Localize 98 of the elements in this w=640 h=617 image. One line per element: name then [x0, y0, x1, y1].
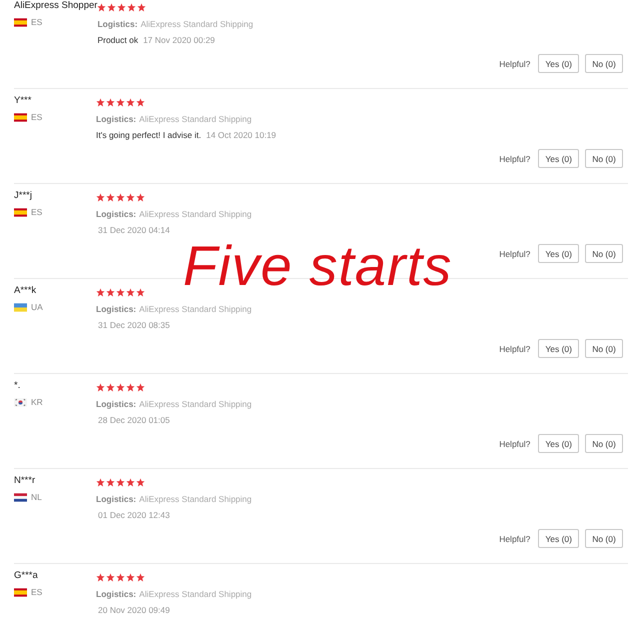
logistics-value: AliExpress Standard Shipping	[139, 304, 252, 314]
country-code: ES	[31, 587, 42, 598]
country-code: KR	[31, 397, 43, 408]
handwritten-annotation: Five starts	[183, 236, 452, 296]
star-icon	[96, 383, 105, 392]
star-icon	[136, 288, 145, 297]
no-vote-button[interactable]: No (0)	[585, 149, 623, 168]
helpful-label: Helpful?	[499, 58, 530, 68]
yes-vote-button[interactable]: Yes (0)	[538, 54, 579, 73]
no-vote-button[interactable]: No (0)	[585, 54, 623, 73]
reviewer-name: J***j	[14, 189, 32, 203]
star-icon	[116, 478, 125, 487]
star-icon	[116, 573, 125, 582]
logistics-value: AliExpress Standard Shipping	[139, 494, 252, 504]
review-comment: Product ok	[97, 34, 138, 47]
star-icon	[136, 478, 145, 487]
logistics-label: Logistics:	[96, 114, 136, 124]
star-icon	[126, 288, 135, 297]
review-date: 31 Dec 2020 08:35	[98, 319, 170, 332]
yes-vote-button[interactable]: Yes (0)	[538, 529, 579, 548]
logistics-value: AliExpress Standard Shipping	[140, 19, 254, 29]
star-icon	[116, 288, 125, 297]
logistics-label: Logistics:	[96, 209, 136, 219]
review-date: 31 Dec 2020 04:14	[98, 224, 170, 237]
no-vote-button[interactable]: No (0)	[585, 529, 623, 548]
review-date: 17 Nov 2020 00:29	[143, 34, 215, 47]
country-code: ES	[31, 17, 42, 28]
logistics-label: Logistics:	[96, 304, 136, 314]
star-icon	[117, 3, 126, 12]
review-date: 28 Dec 2020 01:05	[98, 414, 170, 427]
yes-vote-button[interactable]: Yes (0)	[538, 149, 579, 168]
star-icon	[106, 98, 115, 107]
reviewer-name: G***a	[14, 569, 38, 583]
logistics-label: Logistics:	[96, 399, 136, 409]
logistics-value: AliExpress Standard Shipping	[139, 589, 252, 599]
no-vote-button[interactable]: No (0)	[585, 339, 623, 358]
review-comment: It's going perfect! I advise it.	[96, 129, 202, 142]
logistics-label: Logistics:	[96, 589, 136, 599]
star-icon	[116, 383, 125, 392]
reviewer-name: Y***	[14, 94, 32, 108]
star-icon	[97, 3, 106, 12]
logistics-label: Logistics:	[96, 494, 136, 504]
no-vote-button[interactable]: No (0)	[585, 244, 623, 263]
star-icon	[106, 573, 115, 582]
star-icon	[107, 3, 116, 12]
reviewer-name: *.	[14, 379, 20, 393]
flag-icon	[14, 18, 27, 27]
star-icon	[126, 478, 135, 487]
star-icon	[126, 193, 135, 202]
flag-icon	[14, 208, 27, 217]
review-date: 01 Dec 2020 12:43	[98, 509, 170, 522]
helpful-label: Helpful?	[499, 534, 530, 544]
review-date: 14 Oct 2020 10:19	[206, 129, 276, 142]
reviewer-name: A***k	[14, 284, 36, 298]
no-vote-button[interactable]: No (0)	[585, 434, 623, 453]
helpful-label: Helpful?	[499, 154, 530, 164]
flag-icon	[14, 303, 27, 312]
star-icon	[96, 478, 105, 487]
helpful-label: Helpful?	[499, 344, 530, 354]
star-icon	[96, 98, 105, 107]
country-code: NL	[31, 492, 42, 503]
logistics-label: Logistics:	[97, 19, 138, 29]
star-icon	[106, 383, 115, 392]
star-icon	[106, 288, 115, 297]
flag-icon	[14, 113, 27, 122]
star-icon	[126, 383, 135, 392]
review-date: 20 Nov 2020 09:49	[98, 604, 170, 617]
yes-vote-button[interactable]: Yes (0)	[538, 434, 579, 453]
country-code: ES	[31, 207, 42, 218]
star-icon	[136, 98, 145, 107]
helpful-label: Helpful?	[499, 248, 530, 258]
star-icon	[116, 98, 125, 107]
star-icon	[96, 573, 105, 582]
star-icon	[106, 478, 115, 487]
star-icon	[96, 193, 105, 202]
country-code: ES	[31, 112, 42, 123]
star-icon	[137, 3, 146, 12]
flag-icon	[14, 493, 27, 502]
star-icon	[136, 193, 145, 202]
reviewer-name: AliExpress Shopper	[14, 0, 98, 13]
star-icon	[136, 573, 145, 582]
star-icon	[106, 193, 115, 202]
helpful-label: Helpful?	[499, 438, 530, 448]
flag-icon	[14, 398, 27, 407]
star-icon	[136, 383, 145, 392]
logistics-value: AliExpress Standard Shipping	[139, 399, 252, 409]
reviewer-name: N***r	[14, 474, 36, 488]
star-icon	[127, 3, 136, 12]
yes-vote-button[interactable]: Yes (0)	[538, 244, 579, 263]
logistics-value: AliExpress Standard Shipping	[139, 114, 252, 124]
country-code: UA	[31, 302, 43, 313]
logistics-value: AliExpress Standard Shipping	[139, 209, 252, 219]
star-icon	[96, 288, 105, 297]
star-icon	[126, 98, 135, 107]
yes-vote-button[interactable]: Yes (0)	[538, 339, 579, 358]
star-icon	[126, 573, 135, 582]
flag-icon	[14, 588, 27, 597]
star-icon	[116, 193, 125, 202]
